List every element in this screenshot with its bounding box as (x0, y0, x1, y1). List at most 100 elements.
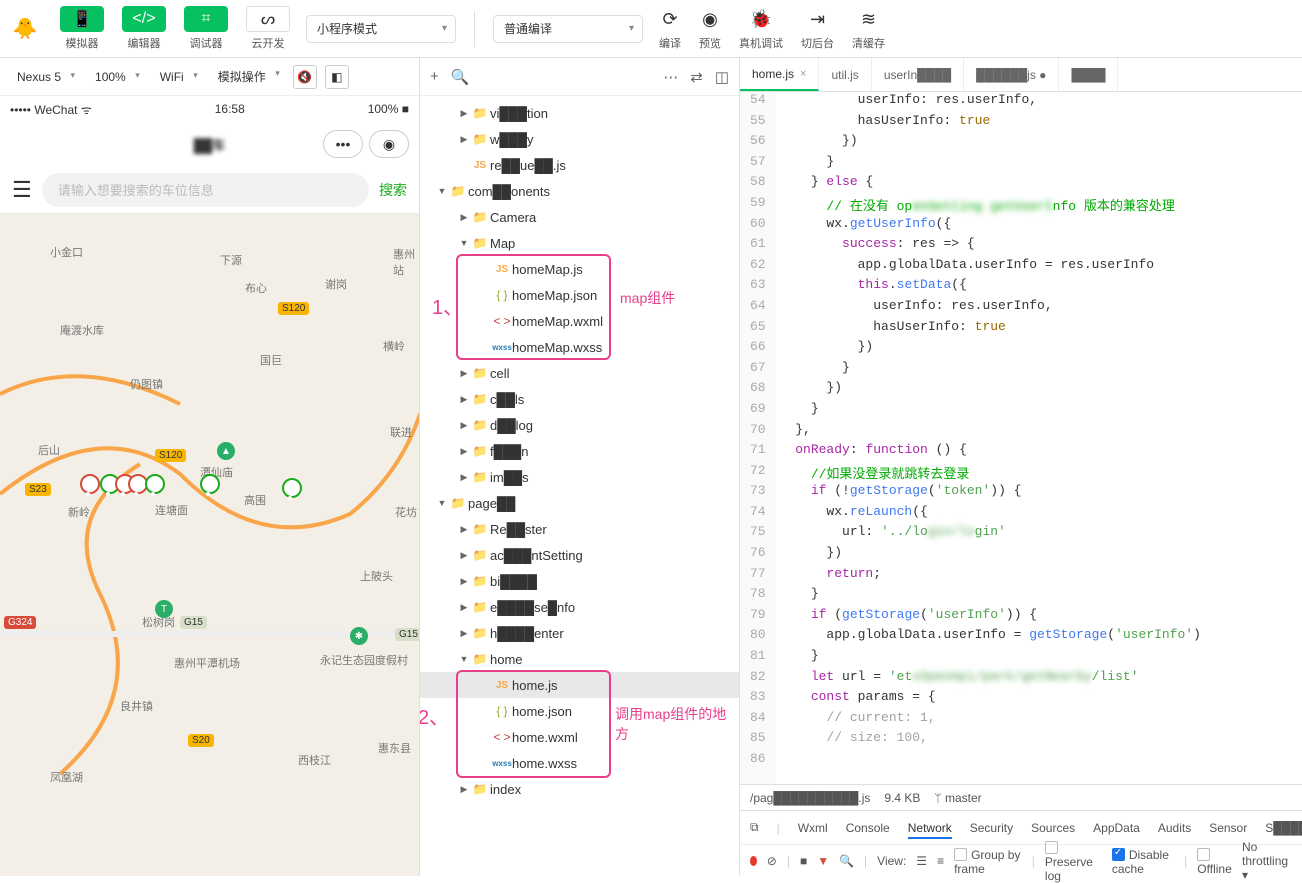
target-pill[interactable]: ◉ (369, 130, 409, 158)
collapse-icon[interactable]: ⇄ (690, 68, 703, 86)
tree-item[interactable]: JSre██ue██.js (420, 152, 739, 178)
mute-icon[interactable]: 🔇 (293, 65, 317, 89)
tree-item[interactable]: ▶📁h████enter (420, 620, 739, 646)
tree-item[interactable]: ▶📁Camera (420, 204, 739, 230)
map-label: 联进 (390, 424, 412, 440)
editor-button[interactable]: </> (122, 6, 166, 32)
tree-item[interactable]: ▶📁index (420, 776, 739, 802)
layout-icon[interactable]: ◫ (715, 68, 729, 86)
simulator-toolbar: Nexus 5 100% WiFi 模拟操作 🔇 ◧ (0, 58, 419, 96)
debugger-button[interactable]: ⌗ (184, 6, 228, 32)
remote-debug-label: 真机调试 (739, 35, 783, 51)
tree-item[interactable]: ▶📁ac███ntSetting (420, 542, 739, 568)
code-area[interactable]: 5455565758596061626364656667686970717273… (740, 92, 1302, 784)
tree-item[interactable]: ▶📁vi███tion (420, 100, 739, 126)
search-icon[interactable]: 🔍 (451, 68, 470, 86)
list-view-icon[interactable]: ☰ (916, 854, 927, 868)
devtools-tab[interactable]: Audits (1158, 821, 1191, 835)
menu-pill[interactable]: ••• (323, 130, 363, 158)
editor-tab[interactable]: util.js (819, 58, 871, 91)
tree-item[interactable]: ▶📁w███y (420, 126, 739, 152)
device-select[interactable]: Nexus 5 (8, 66, 80, 88)
tree-item[interactable]: ▼📁page██ (420, 490, 739, 516)
tree-item[interactable]: ▶📁bi████ (420, 568, 739, 594)
map-pin[interactable] (200, 474, 218, 496)
map-view[interactable]: S120 S120 S23 G324 S20 G15 G15 小金口 下源 谢岗… (0, 214, 419, 876)
frame-view-icon[interactable]: ≡ (937, 854, 944, 868)
compile-label: 编译 (659, 35, 681, 51)
tree-item[interactable]: wxsshome.wxss (420, 750, 739, 776)
group-by-frame-checkbox[interactable]: Group by frame (954, 846, 1022, 876)
tree-item[interactable]: JShome.js (420, 672, 739, 698)
map-pin[interactable] (282, 478, 300, 500)
tree-item[interactable]: ▶📁f███n (420, 438, 739, 464)
tree-item[interactable]: ▼📁com██onents (420, 178, 739, 204)
operation-select[interactable]: 模拟操作 (209, 64, 285, 89)
hamburger-icon[interactable]: ☰ (12, 177, 32, 203)
tree-item[interactable]: ▶📁c██ls (420, 386, 739, 412)
map-label: 永记生态园度假村 (320, 652, 408, 668)
tree-item[interactable]: ▶📁Re██ster (420, 516, 739, 542)
tree-item[interactable]: ▼📁Map (420, 230, 739, 256)
cloud-button[interactable]: ᔕ (246, 6, 290, 32)
tree-item[interactable]: ▶📁d██log (420, 412, 739, 438)
rotate-icon[interactable]: ◧ (325, 65, 349, 89)
devtools-tab[interactable]: AppData (1093, 821, 1140, 835)
more-icon[interactable]: ⋯ (663, 68, 678, 86)
editor-tab[interactable]: userIn████ (872, 58, 964, 91)
tree-item[interactable]: ▶📁cell (420, 360, 739, 386)
simulator-button[interactable]: 📱 (60, 6, 104, 32)
editor-tab[interactable]: home.js× (740, 58, 819, 91)
map-pin[interactable] (128, 474, 146, 496)
devtools-tab[interactable]: Security (970, 821, 1013, 835)
background-icon[interactable]: ⇥ (810, 6, 825, 32)
devtools-tab[interactable]: Wxml (798, 821, 828, 835)
devtools-tab[interactable]: Console (846, 821, 890, 835)
tree-item[interactable]: < >homeMap.wxml (420, 308, 739, 334)
devtools-tabs: ⧉ | WxmlConsoleNetworkSecuritySourcesApp… (740, 810, 1302, 844)
editor-tab[interactable]: ████ (1059, 58, 1118, 91)
map-pin[interactable] (145, 474, 163, 496)
search-button[interactable]: 搜索 (379, 180, 407, 200)
poi-icon: T (155, 600, 173, 618)
throttling-select[interactable]: No throttling ▾ (1242, 840, 1292, 882)
file-tree[interactable]: ▶📁vi███tion▶📁w███yJSre██ue██.js▼📁com██on… (420, 96, 739, 876)
offline-checkbox[interactable]: Offline (1197, 846, 1232, 876)
preview-icon[interactable]: ◉ (702, 6, 718, 32)
cloud-label: 云开发 (252, 35, 285, 51)
devtools-tab[interactable]: Sources (1031, 821, 1075, 835)
compile-select[interactable]: 普通编译 (493, 15, 643, 43)
mode-select[interactable]: 小程序模式 (306, 15, 456, 43)
network-select[interactable]: WiFi (151, 66, 203, 88)
editor-tab[interactable]: ██████js ● (964, 58, 1059, 91)
devtools-tab[interactable]: Sensor (1209, 821, 1247, 835)
devtools-tab[interactable]: S████ (1265, 821, 1302, 835)
tree-item[interactable]: ▼📁home (420, 646, 739, 672)
remote-debug-icon[interactable]: 🐞 (750, 6, 772, 32)
stop-icon[interactable]: ⊘ (767, 854, 777, 868)
compile-icon[interactable]: ⟳ (662, 6, 677, 32)
record-icon[interactable] (750, 856, 757, 866)
disable-cache-checkbox[interactable]: Disable cache (1112, 846, 1174, 876)
tree-item[interactable]: wxsshomeMap.wxss (420, 334, 739, 360)
tree-item[interactable]: { }homeMap.json (420, 282, 739, 308)
search-input[interactable]: 请输入想要搜索的车位信息 (42, 173, 369, 207)
map-pin[interactable] (80, 474, 98, 496)
zoom-select[interactable]: 100% (86, 66, 145, 88)
tree-item[interactable]: JShomeMap.js (420, 256, 739, 282)
inspect-icon[interactable]: ⧉ (750, 820, 759, 835)
clear-cache-icon[interactable]: ≋ (861, 6, 876, 32)
divider (474, 11, 475, 47)
tree-item[interactable]: ▶📁im██s (420, 464, 739, 490)
devtools-tab[interactable]: Network (908, 821, 952, 839)
add-file-icon[interactable]: + (430, 68, 439, 85)
badge-s120: S120 (155, 449, 186, 462)
tree-item[interactable]: ▶📁e████se█nfo (420, 594, 739, 620)
filter-icon[interactable]: ▼ (817, 854, 829, 868)
badge-s120: S120 (278, 302, 309, 315)
camera-icon[interactable]: ■ (800, 854, 807, 868)
search-icon[interactable]: 🔍 (839, 854, 854, 868)
background-label: 切后台 (801, 35, 834, 51)
close-icon[interactable]: × (800, 68, 806, 80)
map-label: 后山 (38, 442, 60, 458)
